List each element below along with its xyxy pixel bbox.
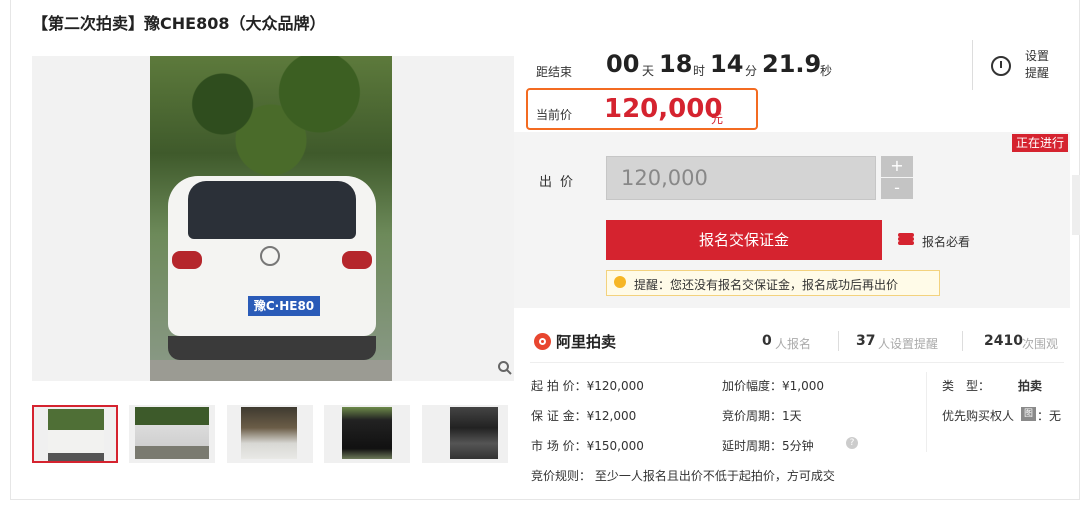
priority-info-icon[interactable]: 图 <box>1021 407 1036 421</box>
thumbnail-3[interactable] <box>227 405 313 463</box>
countdown-hours-unit: 时 <box>693 64 706 78</box>
tip-text: 提醒：您还没有报名交保证金，报名成功后再出价 <box>634 278 899 292</box>
countdown-hours: 18 <box>659 50 693 78</box>
stat-reminder-count: 37 <box>856 333 876 349</box>
edge-panel <box>1072 175 1080 235</box>
decrease-bid-button[interactable]: - <box>881 178 913 199</box>
set-reminder-button[interactable]: 设置 提醒 <box>972 40 1063 90</box>
bid-label: 出价 <box>539 175 582 190</box>
thumbnail-1[interactable] <box>32 405 118 463</box>
reminder-line-2: 提醒 <box>1025 66 1050 80</box>
section-divider <box>530 362 1064 363</box>
stat-registered-unit: 人报名 <box>775 337 812 351</box>
lightbulb-icon <box>614 276 626 288</box>
ali-auction-logo-icon <box>534 333 551 350</box>
page-title: 【第二次拍卖】豫CHE808（大众品牌） <box>32 14 326 33</box>
ground <box>150 360 392 381</box>
countdown-days: 00 <box>606 50 640 78</box>
countdown-seconds-unit: 秒 <box>820 64 833 78</box>
license-plate: 豫C·HE80 <box>248 296 320 316</box>
current-price-unit: 元 <box>711 112 724 126</box>
current-price-value: 120,000 <box>604 94 723 124</box>
countdown-label: 距结束 <box>536 65 573 79</box>
priority-value: ：无 <box>1037 409 1062 423</box>
priority-label: 优先购买权人 <box>942 409 1015 423</box>
stat-views-unit: 次围观 <box>1022 337 1059 351</box>
must-read-link[interactable]: 报名必看 <box>922 233 970 250</box>
tail-light-right <box>342 251 372 269</box>
thumbnail-image <box>241 407 297 459</box>
column-divider <box>926 372 927 452</box>
coins-icon <box>898 233 914 245</box>
apply-deposit-button[interactable]: 报名交保证金 <box>606 220 882 260</box>
stat-divider <box>838 331 839 351</box>
thumbnail-2[interactable] <box>129 405 215 463</box>
countdown-seconds: 21.9 <box>762 50 822 78</box>
bid-increment: 加价幅度：¥1,000 <box>722 379 824 393</box>
delay-period: 延时周期：5分钟 <box>722 439 814 453</box>
thumbnail-4[interactable] <box>324 405 410 463</box>
status-badge: 正在进行 <box>1012 134 1068 152</box>
thumbnail-image <box>342 407 392 459</box>
thumbnail-image <box>48 409 104 461</box>
countdown-minutes: 14 <box>710 50 744 78</box>
type-value: 拍卖 <box>1018 379 1043 393</box>
alarm-clock-icon <box>991 56 1011 76</box>
car-bumper <box>168 336 376 360</box>
stat-registered-count: 0 <box>762 333 772 349</box>
bid-rule: 竞价规则： 至少一人报名且出价不低于起拍价，方可成交 <box>531 469 835 483</box>
stat-divider <box>962 331 963 351</box>
increase-bid-button[interactable]: + <box>881 156 913 177</box>
vw-logo <box>260 246 280 266</box>
bid-period: 竞价周期：1天 <box>722 409 802 423</box>
zoom-icon[interactable] <box>497 360 513 380</box>
car-rear-window <box>188 181 356 239</box>
platform-name: 阿里拍卖 <box>556 333 617 351</box>
thumbnail-image <box>135 407 209 459</box>
type-label: 类 型： <box>942 379 991 393</box>
current-price-label: 当前价 <box>536 108 573 122</box>
stat-reminder-unit: 人设置提醒 <box>878 337 939 351</box>
deposit: 保 证 金：¥12,000 <box>531 409 637 423</box>
trees-background <box>150 56 392 176</box>
thumbnail-image <box>450 407 498 459</box>
thumbnail-5[interactable] <box>422 405 508 463</box>
stat-views-count: 2410 <box>984 333 1023 349</box>
market-price: 市 场 价：¥150,000 <box>531 439 644 453</box>
countdown-days-unit: 天 <box>642 64 655 78</box>
start-price: 起 拍 价：¥120,000 <box>531 379 644 393</box>
countdown-minutes-unit: 分 <box>745 64 758 78</box>
bid-amount-input[interactable]: 120,000 <box>606 156 876 200</box>
car-photo: 豫C·HE80 <box>150 56 392 381</box>
reminder-label: 设置 提醒 <box>1025 48 1055 82</box>
tail-light-left <box>172 251 202 269</box>
reminder-line-1: 设置 <box>1025 49 1050 63</box>
main-image[interactable]: 豫C·HE80 <box>32 56 514 381</box>
help-icon[interactable]: ? <box>846 437 858 449</box>
